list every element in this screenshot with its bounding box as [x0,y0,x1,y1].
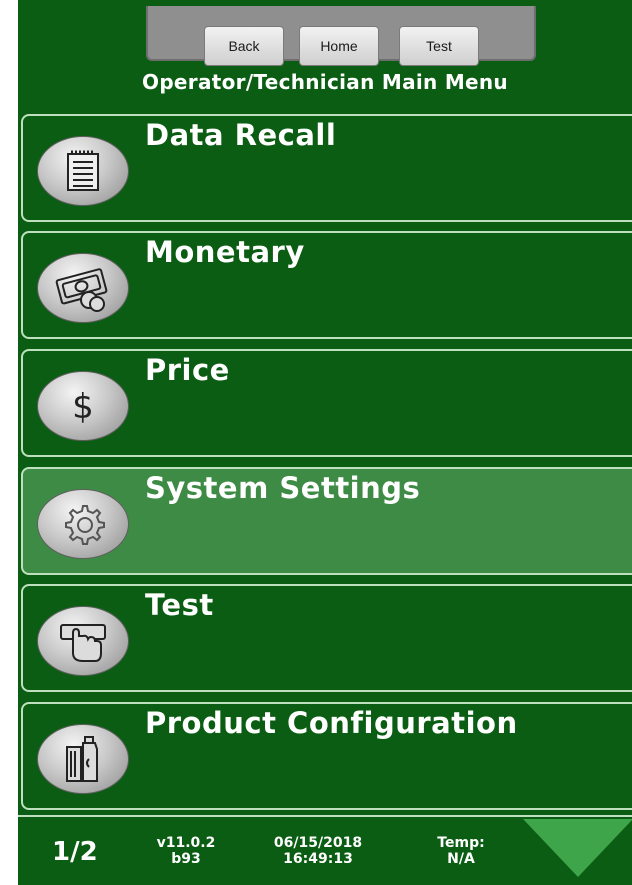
svg-text:$: $ [72,387,94,427]
date-text: 06/15/2018 [273,835,363,851]
screen: Back Home Test Operator/Technician Main … [18,0,632,885]
version-info: v11.0.2 b93 [146,835,226,867]
back-button[interactable]: Back [204,26,284,66]
menu-item-test[interactable]: Test [21,584,632,692]
menu-item-product-configuration[interactable]: Product Configuration [21,702,632,810]
datetime-info: 06/15/2018 16:49:13 [258,835,378,867]
menu-item-data-recall[interactable]: Data Recall [21,114,632,222]
menu-item-price[interactable]: $ Price [21,349,632,457]
money-icon [37,253,129,323]
hand-touch-icon [37,606,129,676]
down-arrow-icon[interactable] [523,819,632,877]
gear-icon [37,489,129,559]
menu-label-test: Test [145,588,214,622]
time-text: 16:49:13 [283,851,353,867]
menu-label-product-configuration: Product Configuration [145,706,518,740]
menu-label-price: Price [145,353,230,387]
temp-value: N/A [447,851,475,867]
temperature-info: Temp: N/A [426,835,496,867]
page-indicator: 1/2 [52,837,98,867]
version-number: v11.0.2 [156,835,216,851]
build-number: b93 [171,851,201,867]
home-button[interactable]: Home [299,26,379,66]
menu-label-monetary: Monetary [145,235,305,269]
notepad-icon [37,136,129,206]
temp-label: Temp: [437,835,485,851]
menu-label-data-recall: Data Recall [145,118,337,152]
dollar-icon: $ [37,371,129,441]
menu-item-system-settings[interactable]: System Settings [21,467,632,575]
page-title: Operator/Technician Main Menu [142,70,508,94]
menu-item-monetary[interactable]: Monetary [21,231,632,339]
top-button-panel: Back Home Test [146,6,536,66]
menu-label-system-settings: System Settings [145,471,421,505]
status-footer: 1/2 v11.0.2 b93 06/15/2018 16:49:13 Temp… [18,815,632,885]
product-bottles-icon [37,724,129,794]
test-button[interactable]: Test [399,26,479,66]
